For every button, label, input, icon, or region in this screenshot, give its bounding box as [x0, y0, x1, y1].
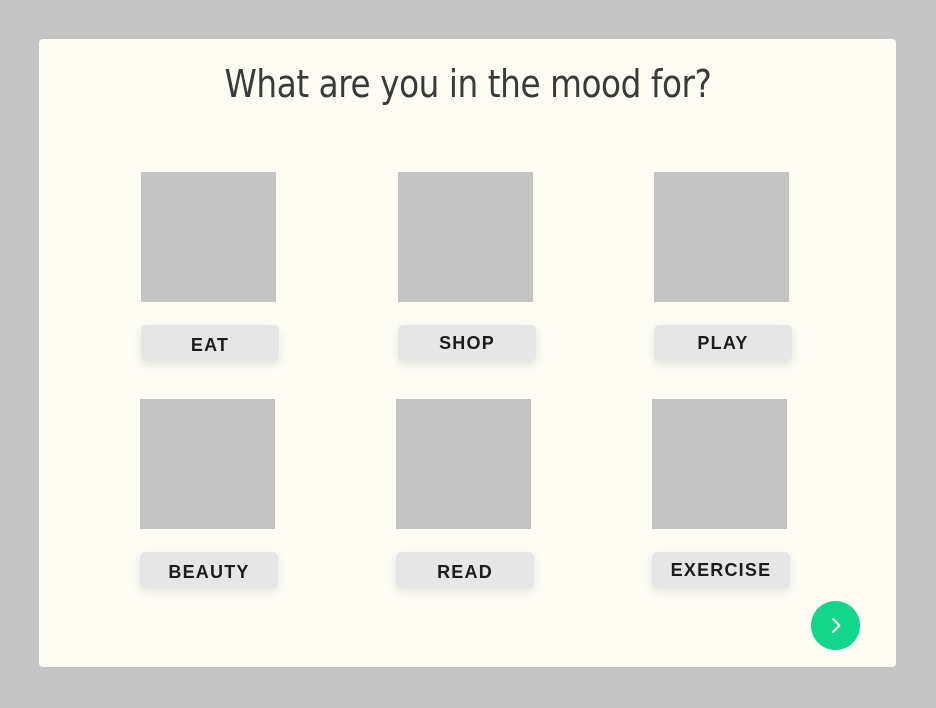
play-image-placeholder[interactable] — [654, 172, 789, 302]
eat-image-placeholder[interactable] — [141, 172, 276, 302]
read-button[interactable]: READ — [396, 552, 534, 588]
play-button[interactable]: PLAY — [654, 325, 792, 361]
app-frame: What are you in the mood for? EAT SHOP P… — [0, 0, 936, 708]
next-button[interactable] — [811, 601, 860, 650]
shop-image-placeholder[interactable] — [398, 172, 533, 302]
eat-button[interactable]: EAT — [141, 325, 279, 361]
read-image-placeholder[interactable] — [396, 399, 531, 529]
eat-button-label: EAT — [190, 335, 230, 355]
exercise-image-placeholder[interactable] — [652, 399, 787, 529]
page-title: What are you in the mood for? — [224, 62, 712, 106]
shop-button[interactable]: SHOP — [398, 325, 536, 361]
beauty-button[interactable]: BEAUTY — [140, 552, 278, 588]
exercise-button[interactable]: EXERCISE — [652, 552, 790, 588]
exercise-button-label: EXERCISE — [670, 560, 772, 580]
read-button-label: READ — [437, 562, 493, 582]
play-button-label: PLAY — [697, 333, 749, 353]
beauty-image-placeholder[interactable] — [140, 399, 275, 529]
chevron-right-icon — [832, 618, 841, 633]
beauty-button-label: BEAUTY — [168, 562, 250, 582]
shop-button-label: SHOP — [439, 333, 495, 353]
